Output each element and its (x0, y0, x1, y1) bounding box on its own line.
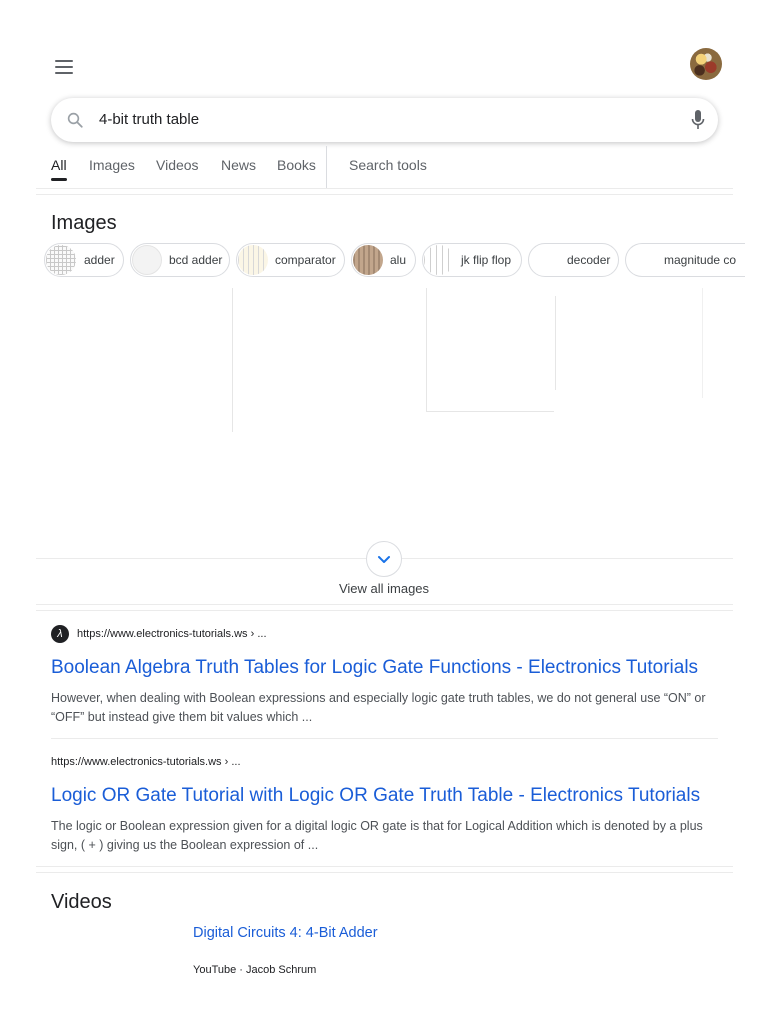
account-avatar[interactable] (690, 48, 722, 80)
result-title-link[interactable]: Boolean Algebra Truth Tables for Logic G… (51, 656, 698, 680)
site-favicon-icon: λ (51, 625, 69, 643)
chip-label: alu (390, 253, 407, 267)
result-snippet: However, when dealing with Boolean expre… (51, 691, 706, 724)
section-divider (36, 872, 733, 873)
tabs-separator (36, 188, 733, 189)
chip-label: bcd adder (169, 253, 223, 267)
active-tab-indicator (51, 178, 67, 181)
image-chip-alu[interactable]: alu (351, 243, 416, 277)
image-chip-magnitude-comparator[interactable]: magnitude co (625, 243, 745, 277)
section-divider (36, 866, 733, 867)
tab-images[interactable]: Images (89, 156, 135, 174)
image-result-edge (555, 296, 556, 390)
images-divider-left (36, 558, 366, 559)
tab-news[interactable]: News (221, 156, 256, 174)
chip-thumbnail (424, 245, 454, 275)
chip-thumbnail (238, 245, 268, 275)
tab-videos[interactable]: Videos (156, 156, 199, 174)
tab-all[interactable]: All (51, 156, 67, 174)
image-chip-adder[interactable]: adder (44, 243, 124, 277)
image-result-edge (232, 288, 233, 432)
image-chip-comparator[interactable]: comparator (236, 243, 345, 277)
videos-section-title: Videos (51, 891, 112, 913)
chip-thumbnail (46, 245, 76, 275)
search-input[interactable]: 4-bit truth table (99, 111, 199, 129)
search-icon (67, 112, 83, 128)
chip-label: jk flip flop (461, 253, 512, 267)
search-tools-button[interactable]: Search tools (349, 156, 427, 174)
result-snippet: The logic or Boolean expression given fo… (51, 819, 703, 852)
chip-label: adder (84, 253, 115, 267)
section-divider (36, 610, 733, 611)
chip-thumbnail (353, 245, 383, 275)
result-divider (51, 738, 718, 739)
chip-label: decoder (567, 253, 611, 267)
section-divider (36, 604, 733, 605)
result-title-link[interactable]: Logic OR Gate Tutorial with Logic OR Gat… (51, 784, 700, 808)
image-chip-bcd-adder[interactable]: bcd adder (130, 243, 230, 277)
chip-label: comparator (275, 253, 336, 267)
chip-label: magnitude co (664, 253, 737, 267)
tabs-divider (326, 146, 327, 188)
result-url[interactable]: https://www.electronics-tutorials.ws › .… (51, 755, 241, 769)
images-section-title: Images (51, 212, 117, 234)
chip-thumbnail (132, 245, 162, 275)
images-divider-right (402, 558, 733, 559)
image-result-edge (702, 288, 703, 398)
image-result-edge (426, 288, 427, 412)
image-chip-jk-flip-flop[interactable]: jk flip flop (422, 243, 522, 277)
view-all-images-link[interactable]: View all images (0, 581, 768, 596)
tabs-separator-2 (36, 194, 733, 195)
view-all-images-button[interactable] (366, 541, 402, 577)
video-title-link[interactable]: Digital Circuits 4: 4-Bit Adder (193, 925, 378, 941)
tab-books[interactable]: Books (277, 156, 316, 174)
hamburger-menu-icon[interactable] (55, 60, 73, 74)
image-result-edge (426, 411, 554, 412)
result-url[interactable]: https://www.electronics-tutorials.ws › .… (77, 627, 267, 641)
image-chip-decoder[interactable]: decoder (528, 243, 619, 277)
video-source: YouTube · Jacob Schrum (193, 964, 317, 976)
chevron-down-icon (378, 556, 390, 563)
microphone-icon[interactable] (690, 108, 706, 132)
